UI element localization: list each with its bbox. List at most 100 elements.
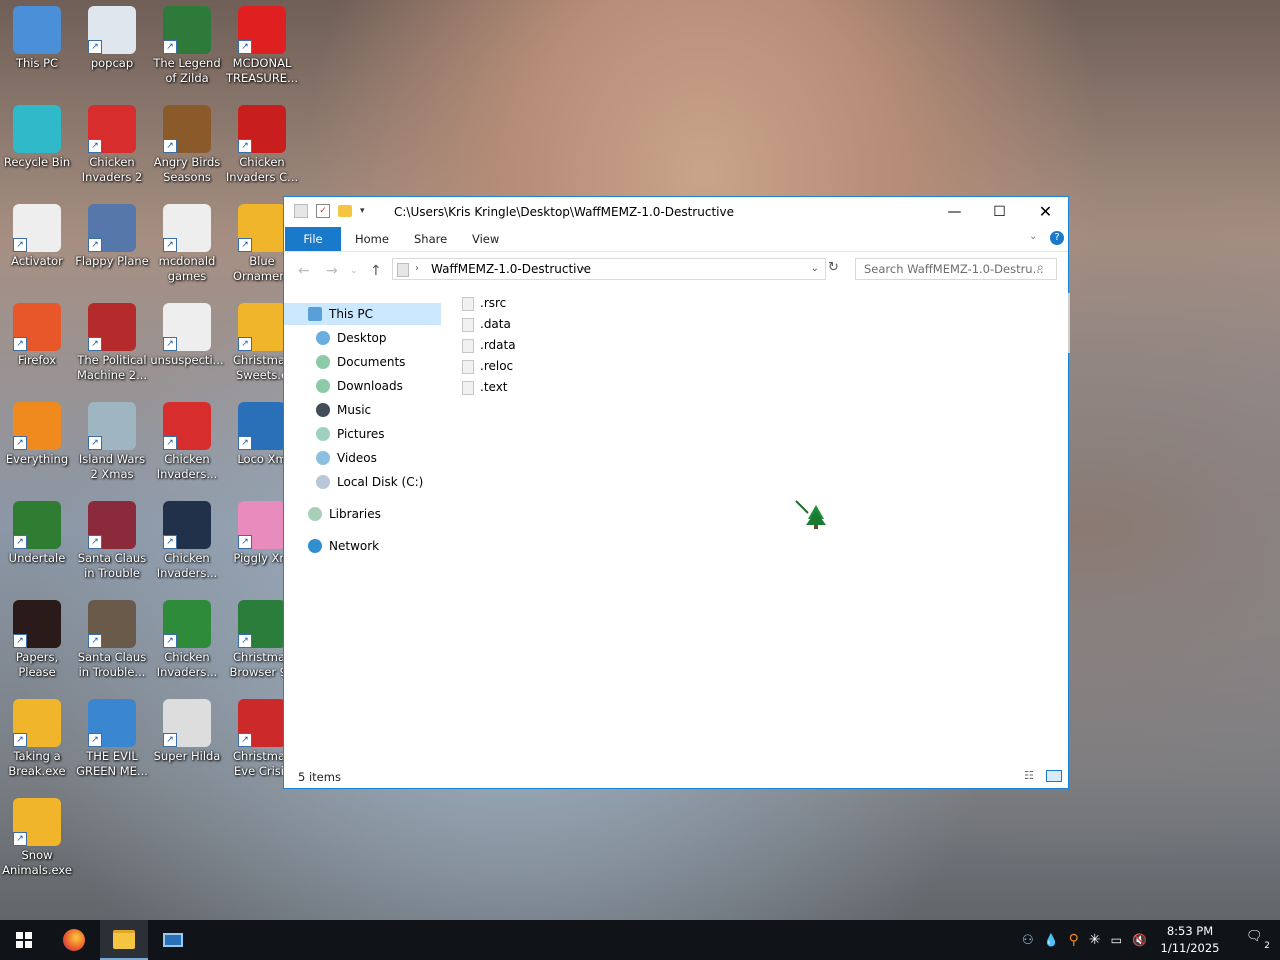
- desktop-icon[interactable]: ↗ The Political Machine 2...: [75, 297, 149, 383]
- desktop-icon[interactable]: ↗ unsuspecti...: [150, 297, 224, 368]
- nav-pictures[interactable]: Pictures: [316, 423, 385, 445]
- nav-libraries[interactable]: Libraries: [308, 503, 381, 525]
- desktop-icon-label: popcap: [90, 56, 134, 70]
- tab-view[interactable]: View: [472, 227, 499, 251]
- desktop-icon[interactable]: ↗ Chicken Invaders...: [150, 396, 224, 482]
- list-item[interactable]: .text: [462, 377, 516, 398]
- address-dropdown-icon[interactable]: ⌄: [811, 259, 819, 279]
- desktop-icon-label: The Legend of Zilda: [153, 56, 221, 85]
- taskbar-window-app[interactable]: [149, 920, 197, 960]
- desktop-icon[interactable]: ↗ Chicken Invaders C...: [225, 99, 299, 185]
- tab-share[interactable]: Share: [414, 227, 447, 251]
- desktop-icon[interactable]: ↗ popcap: [75, 0, 149, 71]
- large-icons-view-icon[interactable]: [1046, 770, 1062, 782]
- vertical-scrollbar[interactable]: [1068, 293, 1070, 353]
- desktop-icon[interactable]: ↗ Chicken Invaders...: [150, 594, 224, 680]
- forward-arrow-icon[interactable]: →: [326, 263, 338, 279]
- desktop-icon[interactable]: ↗ Chicken Invaders 2: [75, 99, 149, 185]
- desktop-icon[interactable]: ↗ mcdonald games: [150, 198, 224, 284]
- snowflake-icon[interactable]: ✳: [1089, 932, 1101, 948]
- new-folder-icon[interactable]: [338, 205, 352, 217]
- help-icon[interactable]: ?: [1050, 231, 1064, 245]
- list-item[interactable]: .data: [462, 314, 516, 335]
- nav-label: Pictures: [337, 427, 385, 441]
- desktop-icon[interactable]: This PC: [0, 0, 74, 71]
- list-item[interactable]: .rsrc: [462, 293, 516, 314]
- volume-muted-icon[interactable]: 🔇: [1132, 933, 1147, 947]
- desktop-icon[interactable]: ↗ Angry Birds Seasons: [150, 99, 224, 185]
- taskbar-firefox[interactable]: [50, 920, 98, 960]
- address-folder-segment[interactable]: WaffMEMZ-1.0-Destructive: [431, 259, 591, 279]
- droplet-icon[interactable]: 💧: [1044, 933, 1059, 947]
- people-icon[interactable]: ⚇: [1022, 933, 1034, 948]
- tab-home[interactable]: Home: [355, 227, 389, 251]
- nav-this-pc[interactable]: This PC: [284, 303, 441, 325]
- list-item[interactable]: .rdata: [462, 335, 516, 356]
- desktop-icon-label: Recycle Bin: [3, 155, 71, 169]
- details-view-icon[interactable]: ☷: [1024, 769, 1034, 782]
- network-tray-icon[interactable]: ▭: [1111, 933, 1122, 947]
- start-button[interactable]: [0, 920, 48, 960]
- refresh-button[interactable]: ↻: [828, 260, 839, 275]
- file-explorer-window[interactable]: ✓ ▾ C:\Users\Kris Kringle\Desktop\WaffME…: [283, 196, 1070, 789]
- desktop-icon[interactable]: ↗ Snow Animals.exe: [0, 792, 74, 878]
- app-icon: ↗: [163, 105, 211, 153]
- taskbar-file-explorer[interactable]: [100, 920, 148, 960]
- search-input[interactable]: Search WaffMEMZ-1.0-Destru...: [855, 258, 1057, 280]
- desktop-icon[interactable]: ↗ Activator: [0, 198, 74, 269]
- nav-network[interactable]: Network: [308, 535, 379, 557]
- nav-local-disk[interactable]: Local Disk (C:): [316, 471, 423, 493]
- title-bar[interactable]: ✓ ▾ C:\Users\Kris Kringle\Desktop\WaffME…: [284, 197, 1068, 227]
- desktop-icon-label: Chicken Invaders 2: [81, 155, 143, 184]
- properties-icon[interactable]: ✓: [316, 204, 330, 218]
- address-bar[interactable]: › WaffMEMZ-1.0-Destructive › ⌄: [392, 258, 826, 280]
- desktop-icon-label: Chicken Invaders...: [156, 452, 218, 481]
- desktop-icon[interactable]: ↗ MCDONAL TREASURE...: [225, 0, 299, 86]
- clock-date: 1/11/2025: [1160, 941, 1220, 955]
- nav-desktop[interactable]: Desktop: [316, 327, 387, 349]
- desktop-icon-label: Everything: [5, 452, 69, 466]
- folder-small-icon: [294, 204, 308, 218]
- desktop-icon[interactable]: ↗ Taking a Break.exe: [0, 693, 74, 779]
- desktop-icon[interactable]: ↗ Super Hilda: [150, 693, 224, 764]
- back-arrow-icon[interactable]: ←: [298, 263, 310, 279]
- maximize-button[interactable]: ☐: [977, 197, 1022, 227]
- clock[interactable]: 8:53 PM 1/11/2025: [1158, 923, 1222, 957]
- nav-videos[interactable]: Videos: [316, 447, 377, 469]
- close-button[interactable]: ✕: [1023, 197, 1068, 227]
- app-icon: ↗: [163, 204, 211, 252]
- desktop-icon[interactable]: ↗ Santa Claus in Trouble: [75, 495, 149, 581]
- firefox-icon: [63, 929, 85, 951]
- desktop-icon-label: Santa Claus in Trouble: [77, 551, 147, 580]
- desktop-icon[interactable]: Recycle Bin: [0, 99, 74, 170]
- shortcut-arrow-icon: ↗: [88, 337, 102, 351]
- recent-chevron-icon[interactable]: ⌄: [350, 266, 358, 276]
- desktop-icon[interactable]: ↗ The Legend of Zilda: [150, 0, 224, 86]
- list-item[interactable]: .reloc: [462, 356, 516, 377]
- desktop-icon[interactable]: ↗ THE EVIL GREEN ME...: [75, 693, 149, 779]
- desktop-icon[interactable]: ↗ Everything: [0, 396, 74, 467]
- chevron-down-icon[interactable]: ▾: [360, 206, 365, 216]
- desktop-icon[interactable]: ↗ Island Wars 2 Xmas: [75, 396, 149, 482]
- desktop-icon[interactable]: ↗ Firefox: [0, 297, 74, 368]
- desktop-icon-label: This PC: [15, 56, 59, 70]
- desktop-icon[interactable]: ↗ Undertale: [0, 495, 74, 566]
- expand-ribbon-icon[interactable]: ⌄: [1029, 231, 1037, 242]
- app-icon: ↗: [163, 402, 211, 450]
- shortcut-arrow-icon: ↗: [238, 238, 252, 252]
- everything-search-icon[interactable]: ⚲: [1069, 932, 1079, 948]
- nav-documents[interactable]: Documents: [316, 351, 405, 373]
- quick-access-toolbar: ✓ ▾: [294, 204, 365, 218]
- nav-downloads[interactable]: Downloads: [316, 375, 403, 397]
- tab-file[interactable]: File: [285, 227, 341, 251]
- desktop-icon[interactable]: ↗ Papers, Please: [0, 594, 74, 680]
- up-arrow-icon[interactable]: ↑: [370, 263, 382, 279]
- minimize-button[interactable]: —: [932, 197, 977, 227]
- nav-music[interactable]: Music: [316, 399, 371, 421]
- desktop-icon[interactable]: ↗ Santa Claus in Trouble...: [75, 594, 149, 680]
- app-icon: ↗: [238, 699, 286, 747]
- action-center-button[interactable]: 🗨 2: [1246, 929, 1270, 951]
- desktop-icon[interactable]: ↗ Chicken Invaders...: [150, 495, 224, 581]
- shortcut-arrow-icon: ↗: [88, 139, 102, 153]
- desktop-icon[interactable]: ↗ Flappy Plane: [75, 198, 149, 269]
